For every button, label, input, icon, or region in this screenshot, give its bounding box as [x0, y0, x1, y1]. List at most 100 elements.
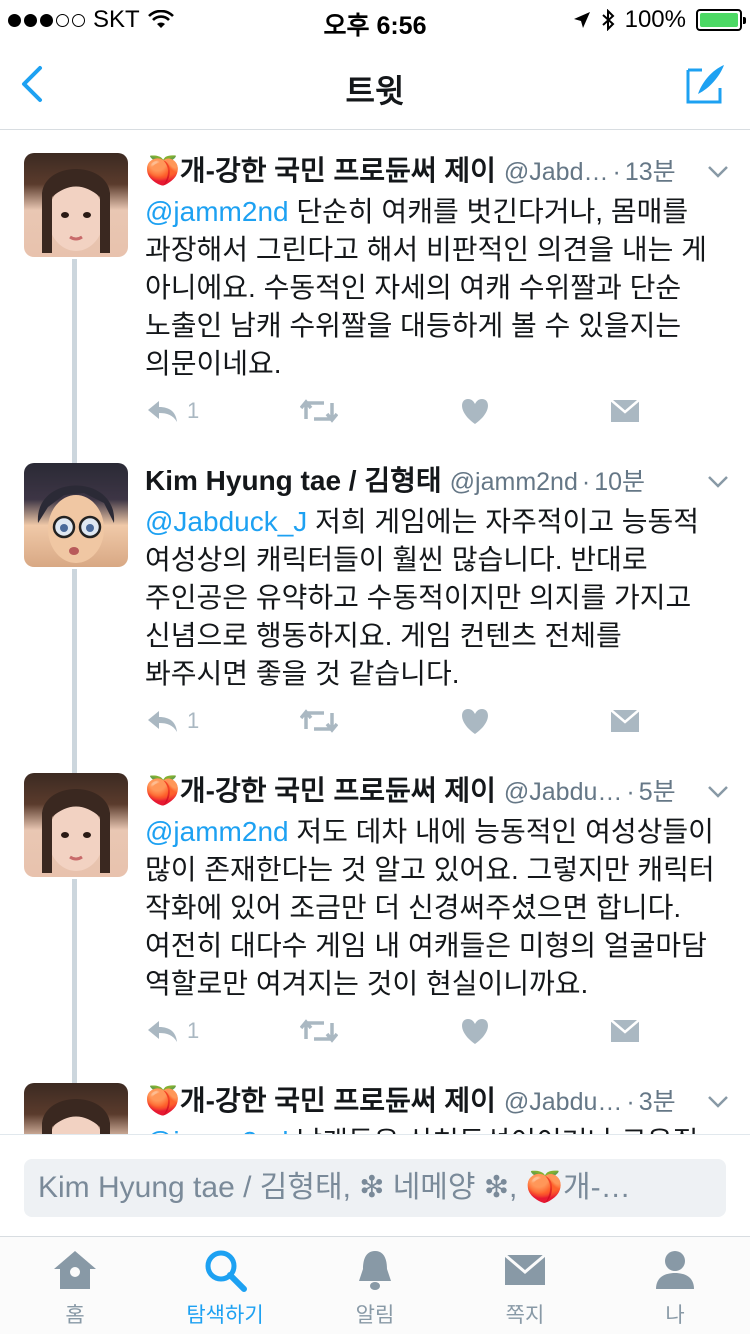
- mention-link[interactable]: @jamm2nd: [145, 816, 289, 847]
- tweet-body: Kim Hyung tae / 김형태 @jamm2nd · 10분 @Jabd…: [145, 459, 730, 693]
- avatar-image: [42, 1099, 110, 1134]
- author-handle[interactable]: @jamm2nd: [450, 468, 578, 497]
- tweet-text-content: 남캐들은 상처투성이이거나 근육질: [289, 1126, 698, 1134]
- bell-icon: [359, 1251, 391, 1290]
- tweet-time: 5분: [638, 778, 676, 806]
- tab-label: 알림: [355, 1304, 395, 1327]
- envelope-icon: [610, 709, 640, 732]
- home-icon: [54, 1251, 96, 1289]
- author-name[interactable]: Kim Hyung tae / 김형태: [145, 459, 442, 499]
- chevron-down-icon[interactable]: [706, 1091, 730, 1111]
- tweet[interactable]: 🍑개-강한 국민 프로듄써 제이 @Jabd… · 13분 @jamm2nd 단…: [0, 131, 750, 441]
- avatar-image: [37, 485, 115, 563]
- reply-button[interactable]: 1: [145, 1013, 199, 1049]
- tweet-time: 13분: [624, 158, 676, 186]
- reply-button[interactable]: 1: [145, 703, 199, 739]
- tweet-text: @jamm2nd 남캐들은 상처투성이이거나 근육질: [145, 1123, 730, 1134]
- tweet-actions: 1: [145, 703, 645, 743]
- thread-connector: [72, 441, 77, 463]
- tab-home[interactable]: 홈: [0, 1237, 150, 1334]
- reply-input[interactable]: Kim Hyung tae / 김형태, ❇ 네메양 ❇, 🍑개-…: [24, 1159, 726, 1217]
- separator-dot: ·: [612, 158, 621, 186]
- tweet-thread[interactable]: 🍑개-강한 국민 프로듄써 제이 @Jabd… · 13분 @jamm2nd 단…: [0, 131, 750, 1134]
- chevron-down-icon[interactable]: [706, 161, 730, 181]
- avatar-image: [42, 169, 110, 253]
- search-icon: [205, 1250, 247, 1292]
- author-name[interactable]: 🍑개-강한 국민 프로듄써 제이: [145, 149, 496, 189]
- person-icon: [656, 1251, 694, 1289]
- separator-dot: ·: [626, 778, 635, 806]
- tab-label: 쪽지: [505, 1304, 545, 1327]
- tweet-actions: 1: [145, 1013, 645, 1053]
- tweet-time: 3분: [638, 1088, 676, 1116]
- message-button[interactable]: [610, 703, 640, 739]
- heart-icon: [462, 399, 488, 424]
- like-button[interactable]: [460, 393, 490, 429]
- navigation-bar: 트윗: [0, 40, 750, 130]
- reply-bar: Kim Hyung tae / 김형태, ❇ 네메양 ❇, 🍑개-…: [0, 1134, 750, 1236]
- avatar[interactable]: [24, 463, 128, 567]
- tweet-text: @Jabduck_J 저희 게임에는 자주적이고 능동적 여성상의 캐릭터들이 …: [145, 503, 730, 693]
- compose-tweet-icon[interactable]: [684, 62, 728, 106]
- thread-connector: [72, 1061, 77, 1083]
- retweet-button[interactable]: [300, 393, 338, 429]
- retweet-button[interactable]: [300, 703, 338, 739]
- tweet[interactable]: 🍑개-강한 국민 프로듄써 제이 @Jabdu… · 3분 @jamm2nd 남…: [0, 1061, 750, 1134]
- chevron-down-icon[interactable]: [706, 471, 730, 491]
- tweet-time: 10분: [594, 468, 645, 496]
- avatar[interactable]: [24, 1083, 128, 1134]
- retweet-icon: [300, 709, 338, 733]
- tweet-body: 🍑개-강한 국민 프로듄써 제이 @Jabdu… · 3분 @jamm2nd 남…: [145, 1079, 730, 1134]
- battery-icon: [696, 9, 746, 31]
- tweet-text: @jamm2nd 저도 데차 내에 능동적인 여성상들이 많이 존재한다는 것 …: [145, 813, 730, 1003]
- status-right: 100%: [573, 6, 746, 34]
- author-handle[interactable]: @Jabdu…: [504, 778, 623, 807]
- avatar[interactable]: [24, 153, 128, 257]
- like-button[interactable]: [460, 1013, 490, 1049]
- reply-count: 1: [187, 708, 200, 733]
- author-handle[interactable]: @Jabdu…: [504, 1088, 623, 1117]
- tweet-text: @jamm2nd 단순히 여캐를 벗긴다거나, 몸매를 과장해서 그린다고 해서…: [145, 193, 730, 383]
- avatar[interactable]: [24, 773, 128, 877]
- separator-dot: ·: [626, 1088, 635, 1116]
- reply-count: 1: [187, 398, 200, 423]
- message-button[interactable]: [610, 393, 640, 429]
- mention-link[interactable]: @jamm2nd: [145, 196, 289, 227]
- retweet-icon: [300, 1019, 338, 1043]
- retweet-button[interactable]: [300, 1013, 338, 1049]
- envelope-icon: [610, 399, 640, 422]
- thread-connector: [72, 879, 77, 1061]
- mention-link[interactable]: @jamm2nd: [145, 1126, 289, 1134]
- chevron-down-icon[interactable]: [706, 781, 730, 801]
- author-name[interactable]: 🍑개-강한 국민 프로듄써 제이: [145, 1079, 496, 1119]
- reply-icon: [148, 401, 177, 422]
- reply-button[interactable]: 1: [145, 393, 199, 429]
- tab-messages[interactable]: 쪽지: [450, 1237, 600, 1334]
- tweet-header: 🍑개-강한 국민 프로듄써 제이 @Jabd… · 13분: [145, 149, 730, 189]
- tweet-header: Kim Hyung tae / 김형태 @jamm2nd · 10분: [145, 459, 730, 499]
- tab-label: 홈: [65, 1304, 85, 1327]
- location-arrow-icon: [573, 12, 590, 28]
- heart-icon: [462, 1019, 488, 1044]
- separator-dot: ·: [581, 468, 591, 496]
- reply-icon: [148, 1021, 177, 1042]
- tweet[interactable]: 🍑개-강한 국민 프로듄써 제이 @Jabdu… · 5분 @jamm2nd 저…: [0, 751, 750, 1061]
- mention-link[interactable]: @Jabduck_J: [145, 506, 307, 537]
- message-button[interactable]: [610, 1013, 640, 1049]
- tweet-body: 🍑개-강한 국민 프로듄써 제이 @Jabd… · 13분 @jamm2nd 단…: [145, 149, 730, 383]
- author-handle[interactable]: @Jabd…: [504, 158, 609, 187]
- author-name[interactable]: 🍑개-강한 국민 프로듄써 제이: [145, 769, 496, 809]
- tab-notifications[interactable]: 알림: [300, 1237, 450, 1334]
- tab-me[interactable]: 나: [600, 1237, 750, 1334]
- tab-bar: 홈 탐색하기 알림 쪽지 나: [0, 1236, 750, 1334]
- retweet-icon: [300, 399, 338, 423]
- tab-label: 탐색하기: [186, 1304, 264, 1327]
- tab-search[interactable]: 탐색하기: [150, 1237, 300, 1334]
- thread-connector: [72, 569, 77, 751]
- tweet[interactable]: Kim Hyung tae / 김형태 @jamm2nd · 10분 @Jabd…: [0, 441, 750, 751]
- heart-icon: [462, 709, 488, 734]
- thread-connector: [72, 751, 77, 773]
- like-button[interactable]: [460, 703, 490, 739]
- avatar-image: [42, 789, 110, 873]
- thread-connector: [72, 259, 77, 441]
